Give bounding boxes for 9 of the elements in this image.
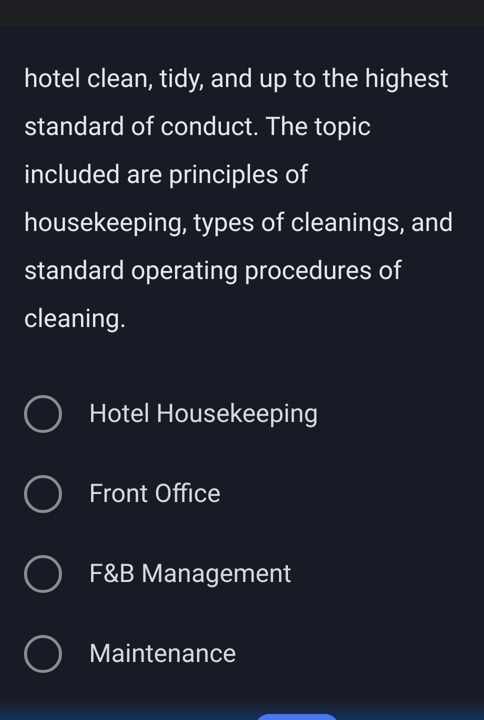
option-label[interactable]: F&B Management (89, 554, 292, 594)
option-label[interactable]: Hotel Housekeeping (89, 394, 318, 434)
radio-button[interactable] (24, 635, 62, 673)
radio-button[interactable] (24, 555, 62, 593)
option-label[interactable]: Maintenance (89, 634, 236, 674)
radio-button[interactable] (24, 475, 62, 513)
option-label[interactable]: Front Office (89, 474, 221, 514)
radio-button[interactable] (24, 395, 62, 433)
question-text: hotel clean, tidy, and up to the highest standard of conduct. The topic included are principles of housekeeping, types of cleanings, and standard operating procedures of cleaning. (23, 63, 454, 336)
